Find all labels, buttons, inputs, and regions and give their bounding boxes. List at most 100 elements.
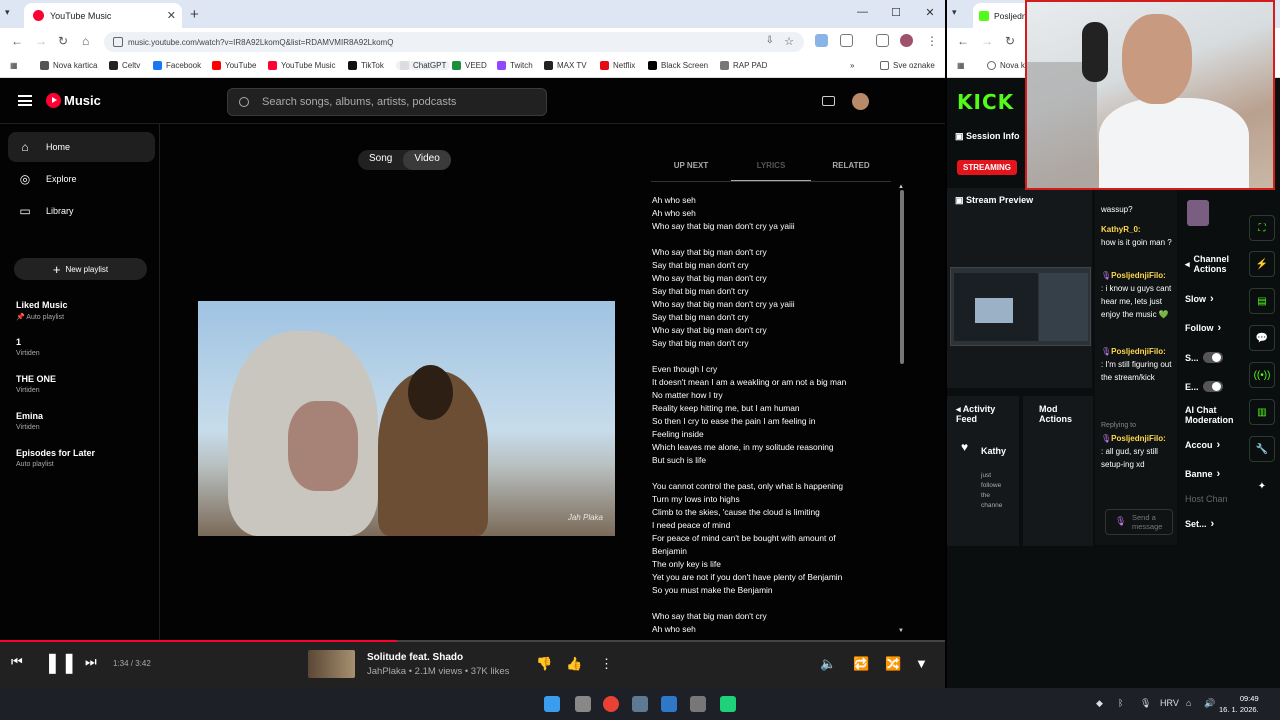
back-icon[interactable]: ← [11,34,23,48]
url-bar[interactable]: music.youtube.com/watch?v=IR8A92LkomQ&li… [104,32,804,52]
bookmark-item[interactable]: Nova k [987,61,1025,70]
toggle-switch[interactable] [1202,352,1223,363]
tab-related[interactable]: RELATED [811,152,891,181]
input-language[interactable]: HRV [1160,698,1179,708]
bookmark-item[interactable]: Twitch [497,61,533,70]
chat-username[interactable]: PosljednjiFilo: [1111,434,1166,443]
system-clock[interactable]: 09:49 16. 1. 2026. [1219,693,1259,715]
playlist-item[interactable]: Emina Virtiden [16,411,43,431]
video-player[interactable]: Jah Plaka [198,301,615,536]
playlist-item[interactable]: Episodes for Later Auto playlist [16,448,95,468]
reload-icon[interactable]: ↻ [1005,34,1015,48]
action-slow-mode[interactable]: Slow › [1185,293,1214,305]
tab-youtube-music[interactable]: YouTube Music ✕ [24,3,182,28]
tab-up-next[interactable]: UP NEXT [651,152,731,181]
action-account[interactable]: Accou › [1185,439,1220,451]
bookmark-item[interactable]: Nova kartica [40,61,97,70]
dislike-icon[interactable]: 👎 [536,656,552,672]
settings-gear-icon[interactable] [632,696,648,712]
more-bookmarks-icon[interactable]: » [850,61,854,70]
next-track-icon[interactable]: ⏭ [85,654,97,670]
bookmark-item[interactable]: Black Screen [648,61,708,70]
cast-icon[interactable] [822,96,835,106]
apps-grid-icon[interactable]: ▦ [957,61,965,70]
track-title[interactable]: Solitude feat. Shado [367,652,463,663]
photos-app-icon[interactable] [661,696,677,712]
mod-actions-title[interactable]: Mod Actions [1039,404,1089,424]
session-info-title[interactable]: ▣ Session Info [955,131,1020,142]
media-controls-icon[interactable] [876,34,889,47]
track-subtitle[interactable]: JahPlaka • 2.1M views • 37K likes [367,666,509,677]
extensions-puzzle-icon[interactable] [840,34,853,47]
action-ai-moderation[interactable]: AI Chat Moderation [1185,405,1241,425]
nav-library[interactable]: ▭ Library [8,196,155,226]
profile-avatar[interactable] [900,34,913,47]
bookmark-item[interactable]: Celtv [109,61,140,70]
action-toggle-s[interactable]: S... [1185,352,1223,363]
extension-icon[interactable] [815,34,828,47]
bookmark-item[interactable]: RAP PAD [720,61,767,70]
shuffle-icon[interactable]: 🔀 [885,656,901,672]
menu-dots-icon[interactable]: ⋮ [926,34,938,48]
tab-search-icon[interactable]: ▾ [952,7,957,18]
tab-kick[interactable]: Posljedn [973,3,1033,28]
reload-icon[interactable]: ↻ [58,34,68,48]
action-settings[interactable]: Set... › [1185,518,1214,530]
bookmark-item[interactable]: Facebook [153,61,201,70]
action-host-channel[interactable]: Host Chan [1185,494,1228,504]
like-icon[interactable]: 👍 [566,656,582,672]
pause-icon[interactable]: ❚❚ [44,650,78,675]
broadcast-icon[interactable]: ((•)) [1249,362,1275,388]
install-app-icon[interactable]: ⇩ [766,35,774,46]
bookmark-item[interactable]: YouTube [212,61,256,70]
chat-message-input[interactable]: 🎙 Send a message [1105,509,1173,535]
chat-bubble-icon[interactable]: 💬 [1249,325,1275,351]
task-view-icon[interactable] [575,696,591,712]
bookmark-item[interactable]: ChatGPT [396,61,451,70]
video-toggle-button[interactable]: Video [403,150,451,170]
all-bookmarks[interactable]: Sve oznake [880,61,935,70]
chat-username[interactable]: KathyR_0: [1101,225,1141,234]
maximize-icon[interactable]: ☐ [891,6,901,19]
action-toggle-e[interactable]: E... [1185,381,1223,392]
close-window-icon[interactable]: ✕ [925,6,935,19]
minimize-icon[interactable]: — [857,6,868,19]
site-info-icon[interactable] [113,37,123,47]
puzzle-icon[interactable]: ✦ [1249,473,1275,499]
new-playlist-button[interactable]: + New playlist [14,258,147,280]
new-tab-icon[interactable]: + [190,6,199,23]
expand-player-icon[interactable]: ▼ [915,656,928,671]
feed-username[interactable]: Kathy [981,446,1006,456]
gear-app-icon[interactable] [690,696,706,712]
search-input[interactable]: Search songs, albums, artists, podcasts [227,88,547,116]
home-icon[interactable]: ⌂ [82,34,89,48]
forward-icon[interactable]: → [981,34,993,48]
more-options-icon[interactable]: ⋮ [600,656,613,672]
action-banned[interactable]: Banne › [1185,468,1220,480]
account-avatar[interactable] [852,93,869,110]
microphone-icon[interactable]: 🎙 [1140,698,1151,709]
bookmark-item[interactable]: MAX TV [544,61,587,70]
previous-track-icon[interactable]: ⏮ [11,654,23,670]
volume-icon[interactable]: 🔈 [820,656,836,672]
network-icon[interactable]: ⌂ [1186,698,1191,708]
stream-preview-thumbnail[interactable] [950,267,1091,346]
tools-icon[interactable]: 🔧 [1249,436,1275,462]
action-follower-mode[interactable]: Follow › [1185,322,1221,334]
tray-app-icon[interactable]: ◆ [1096,698,1103,709]
chat-username[interactable]: PosljednjiFilo: [1111,347,1166,356]
bookmark-item[interactable]: TikTok [348,61,384,70]
playlist-item[interactable]: 1 Virtiden [16,337,40,357]
back-icon[interactable]: ← [957,34,969,48]
kick-logo[interactable]: KICK [957,90,1014,114]
repeat-icon[interactable]: 🔁 [853,656,869,672]
forward-icon[interactable]: → [35,34,47,48]
tab-search-icon[interactable]: ▾ [5,7,10,18]
bluetooth-icon[interactable]: ᛒ [1118,698,1123,708]
stream-app-icon[interactable] [720,696,736,712]
document-icon[interactable]: ▤ [1249,288,1275,314]
nav-explore[interactable]: ◎ Explore [8,164,155,194]
lyrics-scrollbar[interactable] [900,190,904,364]
toggle-switch[interactable] [1202,381,1223,392]
bookmark-item[interactable]: VEED [452,61,487,70]
